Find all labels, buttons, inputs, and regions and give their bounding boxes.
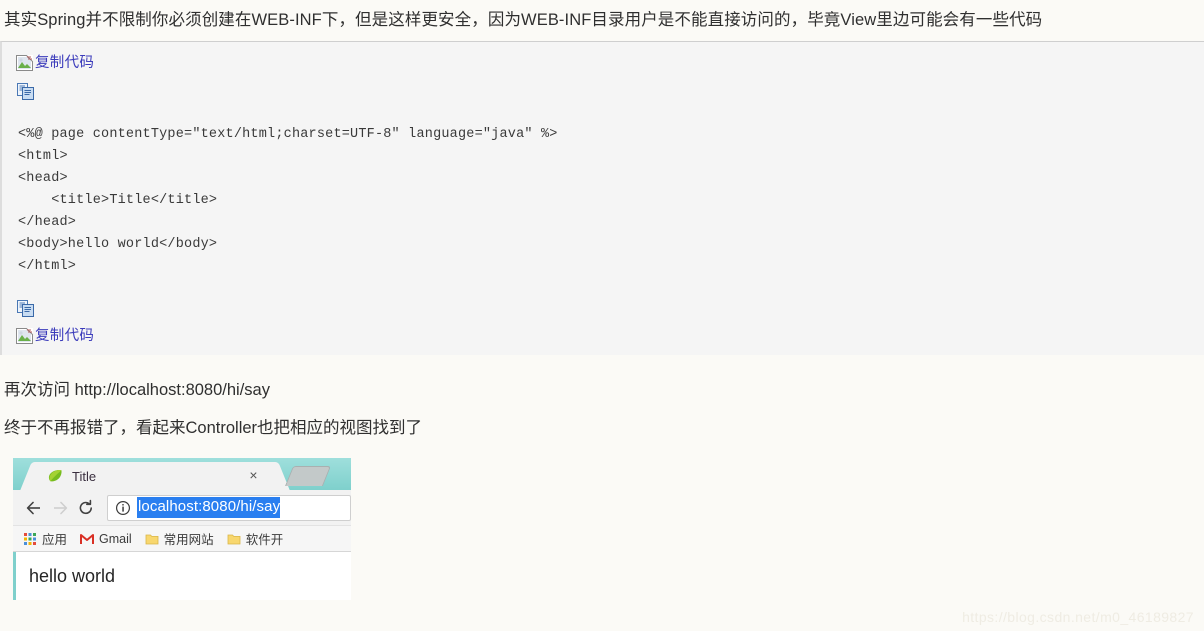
- address-bar[interactable]: localhost:8080/hi/say: [107, 494, 351, 521]
- gmail-icon: [80, 532, 95, 546]
- page-body-text: hello world: [29, 565, 116, 586]
- browser-viewport: hello world: [13, 552, 351, 600]
- apps-grid-icon: [23, 532, 37, 546]
- bookmark-folder-1[interactable]: 常用网站: [145, 529, 214, 548]
- bookmark-gmail[interactable]: Gmail: [80, 532, 132, 546]
- code-block: 复制代码 <%@ page contentType="text/html;cha…: [0, 41, 1204, 355]
- bookmark-label: Gmail: [99, 531, 132, 546]
- info-circle-icon[interactable]: [115, 500, 131, 516]
- bookmark-apps[interactable]: 应用: [23, 529, 67, 548]
- browser-tabstrip: Title ×: [13, 458, 351, 490]
- browser-toolbar: localhost:8080/hi/say: [13, 490, 351, 526]
- copy-code-link-top[interactable]: 复制代码: [2, 50, 1204, 76]
- copy-icon-button-top[interactable]: [2, 76, 1204, 106]
- folder-icon: [145, 532, 159, 546]
- visit-paragraph: 再次访问 http://localhost:8080/hi/say: [4, 381, 270, 399]
- bookmarks-bar: 应用 Gmail 常用网站 软件开: [13, 526, 351, 552]
- intro-paragraph: 其实Spring并不限制你必须创建在WEB-INF下，但是这样更安全，因为WEB…: [4, 11, 1043, 29]
- bookmark-label: 应用: [42, 533, 68, 547]
- browser-screenshot: Title × localhost:8080/hi/say 应用 Gmail 常…: [13, 458, 351, 600]
- broken-image-icon: [16, 327, 34, 344]
- result-paragraph: 终于不再报错了，看起来Controller也把相应的视图找到了: [4, 419, 423, 437]
- folder-icon: [227, 532, 241, 546]
- copy-icon-button-bottom[interactable]: [2, 293, 1204, 323]
- browser-tab[interactable]: Title ×: [35, 462, 275, 490]
- bookmark-label: 软件开: [245, 533, 284, 547]
- bookmark-folder-2[interactable]: 软件开: [227, 529, 284, 548]
- browser-tab-title: Title: [72, 468, 97, 484]
- bookmark-label: 常用网站: [163, 533, 214, 547]
- copy-icon: [17, 82, 34, 100]
- watermark: https://blog.csdn.net/m0_46189827: [962, 609, 1194, 625]
- new-tab-button[interactable]: [284, 466, 332, 486]
- reload-button[interactable]: [73, 495, 99, 521]
- copy-code-label-bottom: 复制代码: [35, 328, 95, 344]
- copy-code-label-top: 复制代码: [35, 55, 95, 71]
- close-icon[interactable]: ×: [246, 468, 261, 483]
- copy-code-link-bottom[interactable]: 复制代码: [2, 323, 1204, 349]
- broken-image-icon: [16, 54, 34, 71]
- spring-leaf-favicon: [47, 468, 63, 484]
- forward-button[interactable]: [47, 495, 73, 521]
- code-content: <%@ page contentType="text/html;charset=…: [18, 126, 558, 274]
- copy-icon: [17, 299, 34, 317]
- address-bar-url: localhost:8080/hi/say: [137, 497, 281, 518]
- back-button[interactable]: [21, 495, 47, 521]
